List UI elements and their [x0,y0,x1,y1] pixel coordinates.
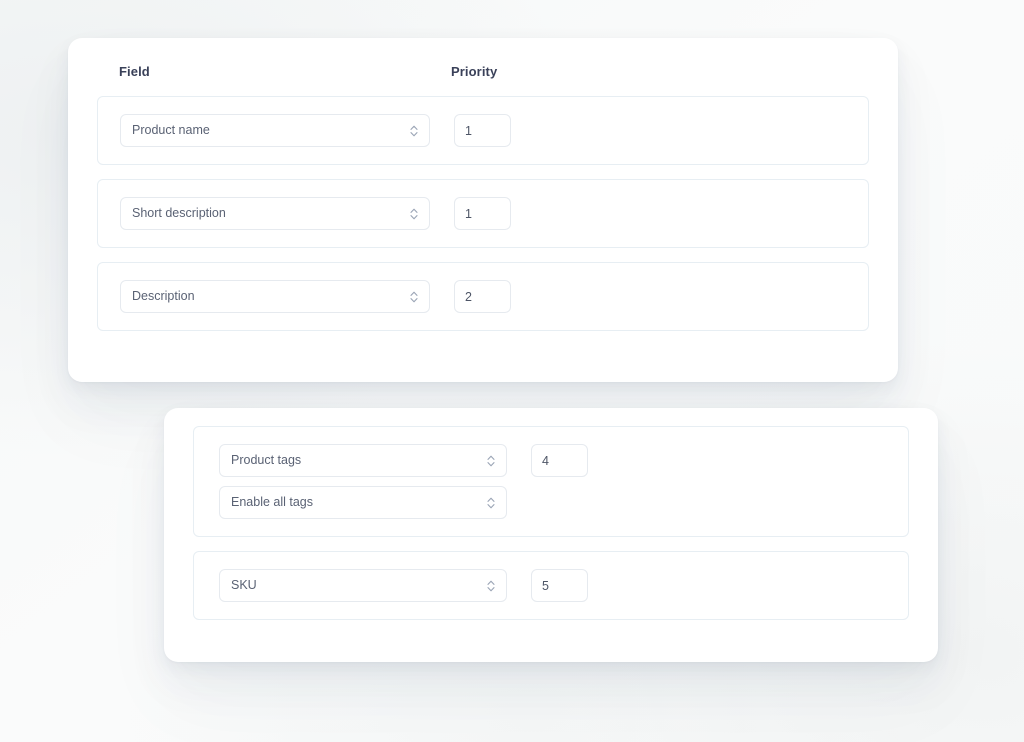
row-selects-group: Product name [120,114,430,147]
priority-input[interactable] [531,569,588,602]
priority-input[interactable] [454,114,511,147]
select-value-label: Short description [132,207,226,220]
priority-cell [454,114,511,147]
additional-fields-card: Product tags Enable all tags SKU [164,408,938,662]
column-header-field: Field [119,64,150,79]
field-row: Product name [97,96,869,165]
field-priority-card: Field Priority Product name Short descrip… [68,38,898,382]
column-header-priority: Priority [451,64,498,79]
priority-input[interactable] [454,197,511,230]
column-header-row: Field Priority [68,60,898,84]
field-row: SKU [193,551,909,620]
field-row: Product tags Enable all tags [193,426,909,537]
chevron-updown-icon[interactable] [486,578,496,594]
field-row: Description [97,262,869,331]
select-value-label: Enable all tags [231,496,314,509]
chevron-updown-icon[interactable] [486,495,496,511]
field-rows-container: Product name Short description Description [97,96,869,331]
priority-cell [454,197,511,230]
row-selects-group: Description [120,280,430,313]
chevron-updown-icon[interactable] [409,289,419,305]
priority-cell [454,280,511,313]
tag-option-select[interactable]: Enable all tags [219,486,507,519]
select-value-label: Description [132,290,195,303]
field-row: Short description [97,179,869,248]
field-select[interactable]: Product name [120,114,430,147]
field-select[interactable]: Description [120,280,430,313]
priority-cell [531,569,588,602]
priority-cell [531,444,588,477]
additional-rows-container: Product tags Enable all tags SKU [193,426,909,620]
chevron-updown-icon[interactable] [486,453,496,469]
select-value-label: Product name [132,124,210,137]
select-value-label: SKU [231,579,257,592]
row-selects-group: Short description [120,197,430,230]
field-select[interactable]: SKU [219,569,507,602]
row-selects-group: Product tags Enable all tags [219,444,507,519]
field-select[interactable]: Short description [120,197,430,230]
field-select[interactable]: Product tags [219,444,507,477]
select-value-label: Product tags [231,454,302,467]
priority-input[interactable] [454,280,511,313]
priority-input[interactable] [531,444,588,477]
row-selects-group: SKU [219,569,507,602]
chevron-updown-icon[interactable] [409,123,419,139]
chevron-updown-icon[interactable] [409,206,419,222]
